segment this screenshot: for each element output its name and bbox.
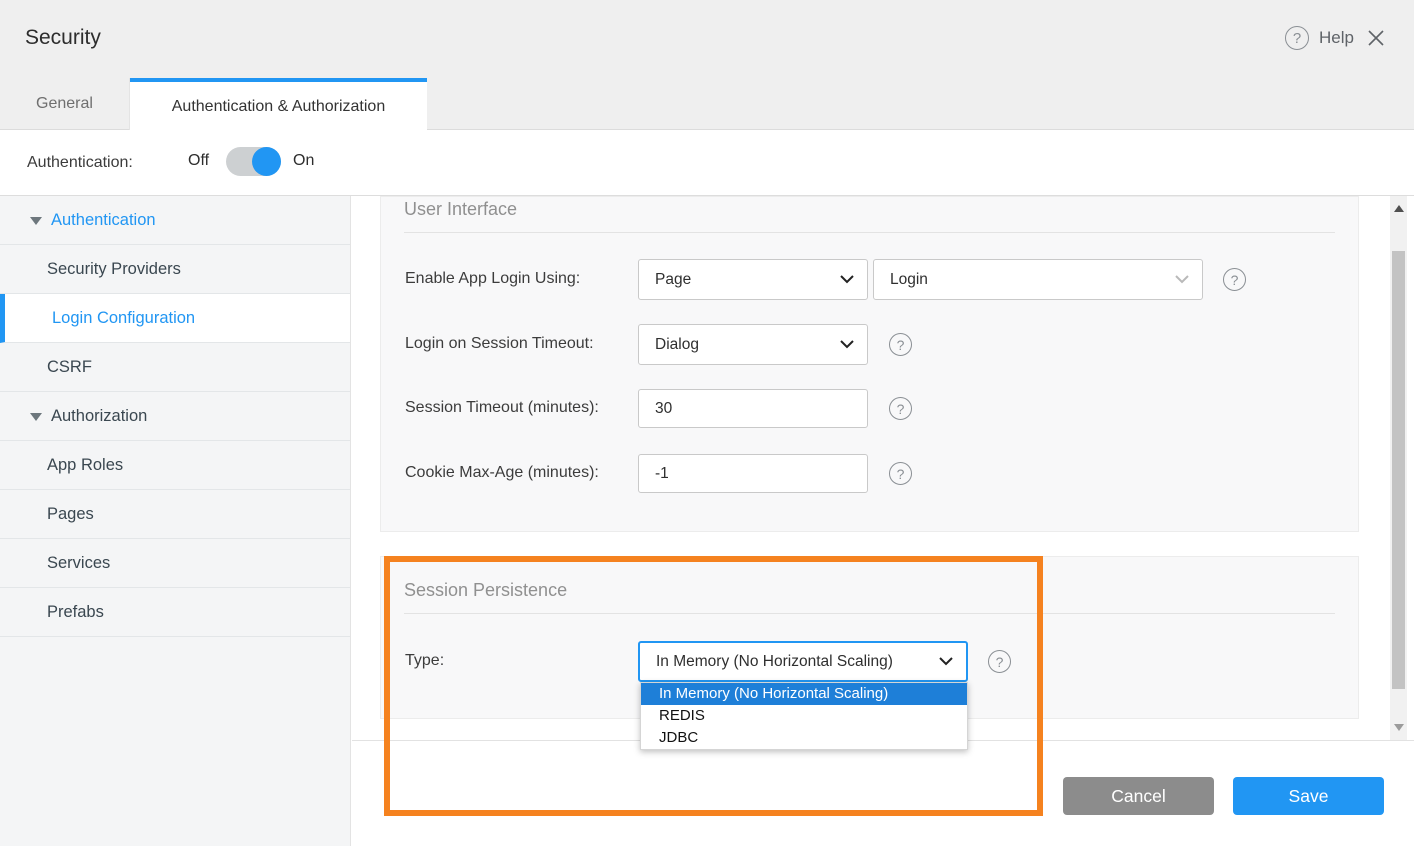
sidebar-item-services[interactable]: Services: [0, 539, 350, 588]
help-label: Help: [1319, 28, 1354, 48]
type-label: Type:: [405, 652, 444, 670]
session-timeout-input[interactable]: [655, 390, 867, 427]
option-redis[interactable]: REDIS: [641, 705, 967, 727]
sidebar-item-pages[interactable]: Pages: [0, 490, 350, 539]
sidebar-item-login-configuration[interactable]: Login Configuration: [0, 294, 350, 343]
chevron-down-icon: [840, 271, 854, 289]
type-select-dropdown: In Memory (No Horizontal Scaling) REDIS …: [640, 682, 968, 750]
vertical-scrollbar[interactable]: [1390, 196, 1407, 740]
sidebar-item-authorization[interactable]: Authorization: [0, 392, 350, 441]
sidebar-item-label: Authentication: [51, 211, 156, 229]
cookie-max-age-field-wrap: [638, 454, 868, 493]
help-icon[interactable]: ?: [889, 397, 912, 420]
option-in-memory[interactable]: In Memory (No Horizontal Scaling): [641, 683, 967, 705]
tab-bar: General Authentication & Authorization: [0, 78, 1414, 130]
user-interface-title: User Interface: [404, 199, 517, 220]
select-value: Dialog: [655, 336, 699, 354]
session-persistence-title: Session Persistence: [404, 580, 567, 601]
tab-general[interactable]: General: [0, 78, 130, 130]
section-divider: [404, 232, 1335, 233]
sidebar-item-csrf[interactable]: CSRF: [0, 343, 350, 392]
sidebar: Authentication Security Providers Login …: [0, 196, 351, 846]
cancel-button[interactable]: Cancel: [1063, 777, 1214, 815]
session-persistence-type-select[interactable]: In Memory (No Horizontal Scaling): [638, 641, 968, 682]
toggle-knob: [252, 147, 281, 176]
help-icon[interactable]: ?: [889, 462, 912, 485]
chevron-down-icon: [939, 653, 953, 671]
sidebar-item-prefabs[interactable]: Prefabs: [0, 588, 350, 637]
enable-app-login-select[interactable]: Page: [638, 259, 868, 300]
authentication-toggle[interactable]: [226, 147, 281, 176]
select-value: Login: [890, 271, 928, 289]
tab-authentication-authorization[interactable]: Authentication & Authorization: [130, 78, 427, 131]
collapse-arrow-icon: [30, 413, 42, 421]
session-timeout-field-wrap: [638, 389, 868, 428]
chevron-down-icon: [1175, 271, 1189, 289]
option-jdbc[interactable]: JDBC: [641, 727, 967, 749]
security-dialog: Security ? Help General Authentication &…: [0, 0, 1414, 846]
sidebar-item-authentication[interactable]: Authentication: [0, 196, 350, 245]
authentication-label: Authentication:: [27, 154, 133, 172]
chevron-down-icon: [840, 336, 854, 354]
scroll-down-icon[interactable]: [1390, 719, 1407, 736]
footer-bar: Cancel Save: [352, 740, 1414, 846]
enable-app-login-label: Enable App Login Using:: [405, 270, 580, 288]
collapse-arrow-icon: [30, 217, 42, 225]
sidebar-item-label: Authorization: [51, 407, 147, 425]
page-title: Security: [25, 26, 101, 50]
help-icon[interactable]: ?: [889, 333, 912, 356]
help-icon[interactable]: ?: [1223, 268, 1246, 291]
login-session-timeout-select[interactable]: Dialog: [638, 324, 868, 365]
help-icon[interactable]: ?: [988, 650, 1011, 673]
authentication-toggle-row: Authentication: Off On: [0, 130, 1414, 195]
close-icon[interactable]: [1366, 28, 1386, 48]
toggle-on-label: On: [293, 152, 314, 170]
sidebar-item-app-roles[interactable]: App Roles: [0, 441, 350, 490]
toggle-off-label: Off: [188, 152, 209, 170]
login-page-select[interactable]: Login: [873, 259, 1203, 300]
scroll-up-icon[interactable]: [1390, 200, 1407, 217]
help-icon: ?: [1285, 26, 1309, 50]
save-button[interactable]: Save: [1233, 777, 1384, 815]
section-divider: [404, 613, 1335, 614]
help-button[interactable]: ? Help: [1285, 26, 1354, 50]
cookie-max-age-label: Cookie Max-Age (minutes):: [405, 464, 599, 482]
cookie-max-age-input[interactable]: [655, 455, 867, 492]
select-value: In Memory (No Horizontal Scaling): [656, 653, 893, 671]
title-bar: Security ? Help: [0, 0, 1414, 78]
scrollbar-thumb[interactable]: [1392, 251, 1405, 689]
session-timeout-label: Session Timeout (minutes):: [405, 399, 599, 417]
login-session-timeout-label: Login on Session Timeout:: [405, 335, 594, 353]
select-value: Page: [655, 271, 691, 289]
sidebar-item-security-providers[interactable]: Security Providers: [0, 245, 350, 294]
